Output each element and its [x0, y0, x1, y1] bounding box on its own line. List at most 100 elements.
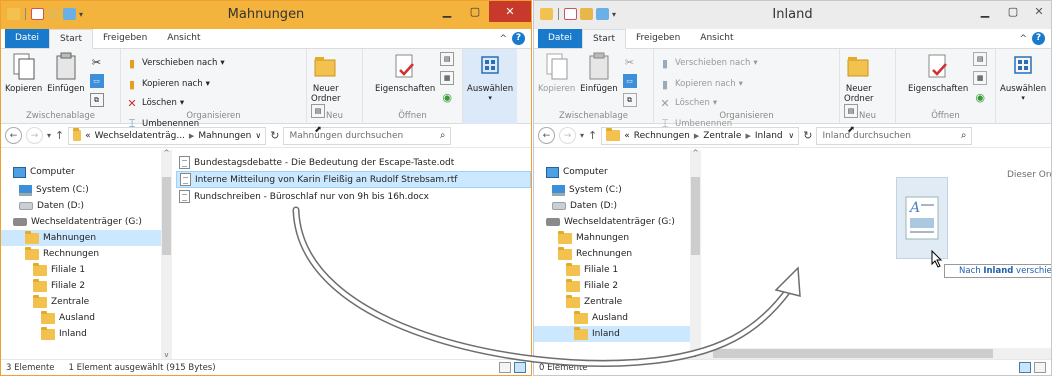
copy-path-icon[interactable]: ▭	[89, 74, 104, 88]
file-item[interactable]: Interne Mitteilung von Karin Fleißig an …	[176, 171, 531, 188]
copy-path-icon[interactable]: ▭	[622, 74, 637, 88]
nav-tree-item[interactable]: Mahnungen	[534, 230, 701, 246]
new-folder-button[interactable]: Neuer Ordner	[311, 52, 341, 104]
nav-tree-item[interactable]: System (C:)	[534, 182, 701, 198]
tab-file[interactable]: Datei	[538, 29, 583, 48]
select-button[interactable]: Auswählen ▾	[1000, 52, 1046, 102]
breadcrumb-inland[interactable]: Inland	[755, 131, 783, 141]
collapse-ribbon-icon[interactable]: ^	[499, 34, 507, 44]
nav-scrollbar[interactable]: ^ v	[161, 149, 172, 359]
scroll-down-icon[interactable]: v	[161, 351, 172, 359]
address-dropdown-icon[interactable]: ∨	[255, 131, 261, 140]
breadcrumb-overflow[interactable]: «	[85, 131, 91, 141]
file-item[interactable]: Rundschreiben - Büroschlaf nur von 9h bi…	[176, 188, 531, 205]
cut-icon[interactable]: ✂	[90, 55, 104, 69]
details-view-icon[interactable]	[499, 362, 511, 373]
nav-tree-item[interactable]: Filiale 2	[1, 278, 172, 294]
help-icon[interactable]: ?	[1032, 32, 1045, 45]
collapse-ribbon-icon[interactable]: ^	[1019, 34, 1027, 44]
title-bar[interactable]: ▾ Mahnungen ▁ ▢ ✕	[1, 1, 531, 29]
nav-tree-item[interactable]: Filiale 1	[1, 262, 172, 278]
recent-locations-icon[interactable]: ▾	[47, 131, 51, 140]
tab-share[interactable]: Freigeben	[626, 29, 690, 48]
breadcrumb-separator-icon[interactable]: ▶	[189, 132, 194, 140]
tab-file[interactable]: Datei	[5, 29, 50, 48]
copy-button[interactable]: Kopieren	[5, 52, 42, 94]
tab-view[interactable]: Ansicht	[690, 29, 743, 48]
new-folder-button[interactable]: Neuer Ordner	[844, 52, 874, 104]
nav-tree-item[interactable]: Rechnungen	[1, 246, 172, 262]
address-dropdown-icon[interactable]: ∨	[788, 131, 794, 140]
delete-button[interactable]: ✕ Löschen ▾	[125, 95, 199, 111]
forward-button[interactable]: →	[26, 127, 43, 144]
nav-tree-item[interactable]: Computer	[534, 164, 701, 180]
back-button[interactable]: ←	[538, 127, 555, 144]
back-button[interactable]: ←	[5, 127, 22, 144]
nav-tree-item[interactable]: Inland	[534, 326, 701, 342]
paste-shortcut-icon[interactable]: ⧉	[89, 93, 104, 107]
content-scrollbar[interactable]	[701, 348, 1051, 359]
nav-tree-item[interactable]: Ausland	[1, 310, 172, 326]
history-icon[interactable]: ◉	[440, 90, 454, 104]
nav-tree-item[interactable]: Computer	[1, 164, 172, 180]
title-bar[interactable]: ▾ Inland ▁ ▢ ✕	[534, 1, 1051, 29]
close-button[interactable]: ✕	[1027, 1, 1051, 22]
nav-scrollbar-thumb[interactable]	[691, 177, 700, 255]
nav-tree-item[interactable]: Daten (D:)	[534, 198, 701, 214]
tab-share[interactable]: Freigeben	[93, 29, 157, 48]
close-button[interactable]: ✕	[489, 1, 531, 22]
maximize-button[interactable]: ▢	[461, 1, 489, 22]
paste-shortcut-icon[interactable]: ⧉	[622, 93, 637, 107]
tab-start[interactable]: Start	[582, 29, 627, 49]
details-view-icon[interactable]	[1019, 362, 1031, 373]
nav-tree-item[interactable]: System (C:)	[1, 182, 172, 198]
history-icon[interactable]: ◉	[973, 90, 987, 104]
refresh-icon[interactable]: ↻	[270, 129, 279, 142]
copy-button[interactable]: Kopieren	[538, 52, 575, 94]
easy-access-icon[interactable]: ⬈	[844, 123, 858, 137]
breadcrumb-mahnungen[interactable]: Mahnungen	[198, 131, 251, 141]
copy-to-button[interactable]: ▮ Kopieren nach ▾	[125, 76, 225, 92]
scroll-up-icon[interactable]: ^	[690, 149, 701, 157]
properties-button[interactable]: Eigenschaften	[375, 52, 435, 94]
maximize-button[interactable]: ▢	[999, 1, 1027, 22]
search-input[interactable]: Inland durchsuchen ⌕	[816, 126, 973, 145]
nav-tree-item[interactable]: Zentrale	[534, 294, 701, 310]
breadcrumb-rechnungen[interactable]: Rechnungen	[634, 131, 690, 141]
nav-tree-item[interactable]: Filiale 1	[534, 262, 701, 278]
move-to-button[interactable]: ▮ Verschieben nach ▾	[658, 55, 758, 71]
scroll-down-icon[interactable]: v	[690, 351, 701, 359]
nav-scrollbar[interactable]: ^ v	[690, 149, 701, 359]
select-button[interactable]: Auswählen ▾	[467, 52, 513, 102]
paste-button[interactable]: Einfügen	[580, 52, 618, 94]
content-scrollbar-thumb[interactable]	[713, 349, 993, 358]
scroll-up-icon[interactable]: ^	[161, 149, 172, 157]
edit-icon[interactable]: ▦	[973, 71, 988, 85]
large-icons-view-icon[interactable]	[1034, 362, 1046, 373]
paste-button[interactable]: Einfügen	[47, 52, 85, 94]
breadcrumb-separator-icon[interactable]: ▶	[694, 132, 699, 140]
large-icons-view-icon[interactable]	[514, 362, 526, 373]
minimize-button[interactable]: ▁	[971, 1, 999, 22]
tab-start[interactable]: Start	[49, 29, 94, 49]
minimize-button[interactable]: ▁	[433, 1, 461, 22]
nav-tree-item[interactable]: Rechnungen	[534, 246, 701, 262]
breadcrumb-zentrale[interactable]: Zentrale	[703, 131, 741, 141]
open-icon[interactable]: ▤	[440, 52, 455, 66]
delete-button[interactable]: ✕ Löschen ▾	[658, 95, 732, 111]
properties-button[interactable]: Eigenschaften	[908, 52, 968, 94]
nav-tree-item[interactable]: Wechseldatenträger (G:)	[1, 214, 172, 230]
nav-tree-item[interactable]: Inland	[1, 326, 172, 342]
nav-tree-item[interactable]: Wechseldatenträger (G:)	[534, 214, 701, 230]
cut-icon[interactable]: ✂	[623, 55, 637, 69]
help-icon[interactable]: ?	[512, 32, 525, 45]
file-item[interactable]: Bundestagsdebatte - Die Bedeutung der Es…	[176, 154, 531, 171]
nav-tree-item[interactable]: Ausland	[534, 310, 701, 326]
forward-button[interactable]: →	[559, 127, 576, 144]
nav-scrollbar-thumb[interactable]	[162, 177, 171, 255]
up-button[interactable]: ↑	[588, 129, 597, 142]
breadcrumb-separator-icon[interactable]: ▶	[745, 132, 750, 140]
breadcrumb-removable-drive[interactable]: Wechseldatenträg...	[95, 131, 185, 141]
breadcrumb-overflow[interactable]: «	[624, 131, 630, 141]
edit-icon[interactable]: ▦	[440, 71, 455, 85]
